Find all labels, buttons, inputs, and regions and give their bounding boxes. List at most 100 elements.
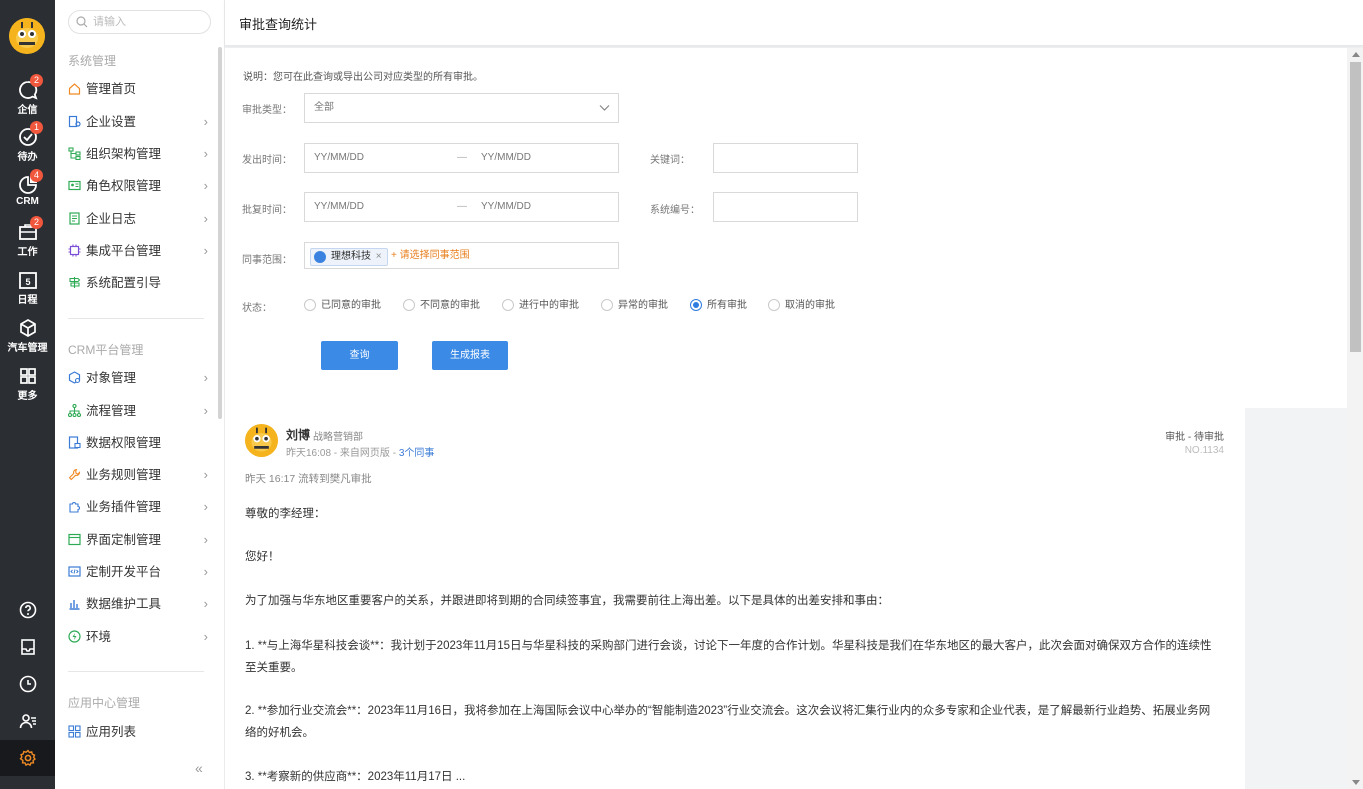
sidebar-item-data-permissions[interactable]: 数据权限管理 — [68, 432, 208, 454]
reply-time-start-input[interactable]: YY/MM/DD — [314, 201, 364, 212]
colleagues-link[interactable]: 3个同事 — [399, 448, 435, 459]
generate-report-button[interactable]: 生成报表 — [432, 341, 508, 370]
sidebar-item-ui-customization[interactable]: 界面定制管理 › — [68, 529, 208, 551]
data-lock-icon — [68, 436, 81, 449]
inbox-icon — [20, 639, 35, 655]
scroll-up-arrow-icon[interactable] — [1352, 52, 1360, 57]
sidebar-item-data-maintenance[interactable]: 数据维护工具 › — [68, 593, 208, 615]
send-time-start-input[interactable]: YY/MM/DD — [314, 152, 364, 163]
body-paragraph: 2. **参加行业交流会**：2023年11月16日，我将参加在上海国际会议中心… — [245, 705, 1211, 739]
post-meta-text: 昨天16:08 - 来自网页版 - — [286, 448, 399, 459]
date-separator: — — [457, 201, 467, 212]
colleague-tag-label: 理想科技 — [331, 251, 371, 262]
sidebar-item-role-permissions[interactable]: 角色权限管理 › — [68, 175, 208, 197]
inbox-button[interactable] — [0, 629, 55, 665]
status-radio-cancelled[interactable]: 取消的审批 — [768, 299, 835, 313]
chevron-right-icon: › — [203, 532, 208, 547]
sidebar-item-config-guide[interactable]: 系统配置引导 — [68, 272, 208, 294]
scroll-down-arrow-icon[interactable] — [1352, 780, 1360, 785]
send-time-end-input[interactable]: YY/MM/DD — [481, 144, 531, 172]
add-colleague-link[interactable]: + 请选择同事范围 — [391, 243, 470, 269]
org-chart-icon — [68, 147, 81, 160]
status-radio-all[interactable]: 所有审批 — [690, 299, 747, 313]
admin-sidebar: 请输入 系统管理 管理首页 企业设置 › 组织架构管理 › 角色权限管理 › 企… — [55, 0, 225, 789]
rail-item-crm[interactable]: CRM 4 — [0, 169, 55, 219]
body-paragraph: 您好！ — [245, 551, 280, 563]
help-button[interactable] — [0, 592, 55, 628]
colleague-scope-picker[interactable]: 理想科技 × + 请选择同事范围 — [304, 242, 619, 269]
sidebar-item-company-settings[interactable]: 企业设置 › — [68, 111, 208, 133]
sidebar-item-org-structure[interactable]: 组织架构管理 › — [68, 143, 208, 165]
id-card-icon — [68, 180, 81, 191]
rail-item-label: 汽车管理 — [7, 343, 48, 354]
sidebar-item-label: 数据权限管理 — [86, 436, 162, 450]
sidebar-item-label: 界面定制管理 — [86, 533, 162, 547]
page-scrollbar[interactable] — [1348, 48, 1363, 789]
layout-icon — [68, 533, 81, 546]
sidebar-item-company-log[interactable]: 企业日志 › — [68, 208, 208, 230]
signpost-icon — [69, 277, 81, 288]
wrench-icon — [68, 468, 81, 481]
contacts-button[interactable] — [0, 703, 55, 739]
chevron-down-icon — [599, 105, 610, 111]
sidebar-item-business-rules[interactable]: 业务规则管理 › — [68, 464, 208, 486]
tag-close-icon[interactable]: × — [376, 251, 382, 262]
status-radio-abnormal[interactable]: 异常的审批 — [601, 299, 668, 313]
rail-item-label: 工作 — [17, 247, 38, 258]
approval-card[interactable]: 刘博 战略营销部 昨天16:08 - 来自网页版 - 3个同事 审批 - 待审批… — [225, 408, 1245, 789]
chevron-right-icon: › — [203, 370, 208, 385]
status-radio-agreed[interactable]: 已同意的审批 — [304, 299, 381, 313]
form-note: 说明：您可在此查询或导出公司对应类型的所有审批。 — [243, 72, 483, 83]
sidebar-item-integration-platform[interactable]: 集成平台管理 › — [68, 240, 208, 262]
puzzle-icon — [69, 502, 80, 513]
rail-item-car[interactable]: 汽车管理 — [0, 318, 55, 362]
send-time-range: YY/MM/DD — YY/MM/DD — [304, 143, 619, 173]
sidebar-item-admin-home[interactable]: 管理首页 — [68, 78, 208, 100]
status-radio-in-progress[interactable]: 进行中的审批 — [502, 299, 579, 313]
group-title-crm: CRM平台管理 — [68, 343, 144, 357]
reply-time-range: YY/MM/DD — YY/MM/DD — [304, 192, 619, 222]
history-button[interactable] — [0, 666, 55, 702]
sidebar-item-custom-dev[interactable]: 定制开发平台 › — [68, 561, 208, 583]
author-name[interactable]: 刘博 — [286, 426, 310, 443]
approval-type-select[interactable]: 全部 — [304, 93, 619, 123]
chevron-right-icon: › — [203, 564, 208, 579]
rail-item-more[interactable]: 更多 — [0, 366, 55, 410]
scrollbar-thumb[interactable] — [1350, 62, 1361, 352]
rail-item-qixin[interactable]: 企信 2 — [0, 74, 55, 124]
log-document-icon — [69, 212, 80, 225]
system-no-input[interactable] — [713, 192, 858, 222]
code-window-icon — [68, 566, 81, 577]
sidebar-item-app-list[interactable]: 应用列表 — [68, 721, 208, 743]
status-radio-rejected[interactable]: 不同意的审批 — [403, 299, 480, 313]
flow-status: 昨天 16:17 流转到樊凡审批 — [245, 473, 372, 485]
page-header: 审批查询统计 — [225, 0, 1363, 46]
reply-time-end-input[interactable]: YY/MM/DD — [481, 193, 531, 221]
sidebar-scrollbar[interactable] — [218, 47, 222, 419]
query-button[interactable]: 查询 — [321, 341, 398, 370]
rail-item-todo[interactable]: 待办 1 — [0, 121, 55, 171]
send-time-label: 发出时间： — [242, 155, 292, 166]
company-settings-icon — [68, 115, 81, 128]
sidebar-collapse-button[interactable]: « — [195, 760, 203, 776]
sidebar-item-process-management[interactable]: 流程管理 › — [68, 400, 208, 422]
avatar[interactable] — [245, 424, 278, 457]
page-title: 审批查询统计 — [239, 17, 318, 32]
sidebar-item-label: 流程管理 — [86, 404, 137, 418]
sidebar-item-object-management[interactable]: 对象管理 › — [68, 367, 208, 389]
keyword-input[interactable] — [713, 143, 858, 173]
sidebar-search-input[interactable]: 请输入 — [68, 10, 211, 34]
sidebar-item-business-plugins[interactable]: 业务插件管理 › — [68, 496, 208, 518]
sidebar-item-label: 数据维护工具 — [86, 597, 162, 611]
body-paragraph: 3. **考察新的供应商**：2023年11月17日 ... — [245, 771, 466, 783]
rail-item-calendar[interactable]: 5 日程 — [0, 270, 55, 314]
admin-settings-button[interactable] — [0, 740, 55, 776]
rail-item-label: 日程 — [17, 295, 38, 306]
radio-label: 取消的审批 — [785, 300, 835, 311]
rail-item-work[interactable]: 工作 2 — [0, 216, 55, 266]
colleague-tag: 理想科技 × — [310, 248, 388, 266]
sidebar-item-environment[interactable]: 环境 › — [68, 626, 208, 648]
sidebar-item-label: 对象管理 — [86, 371, 137, 385]
rail-item-label: 待办 — [17, 152, 38, 163]
app-logo[interactable] — [9, 18, 45, 54]
